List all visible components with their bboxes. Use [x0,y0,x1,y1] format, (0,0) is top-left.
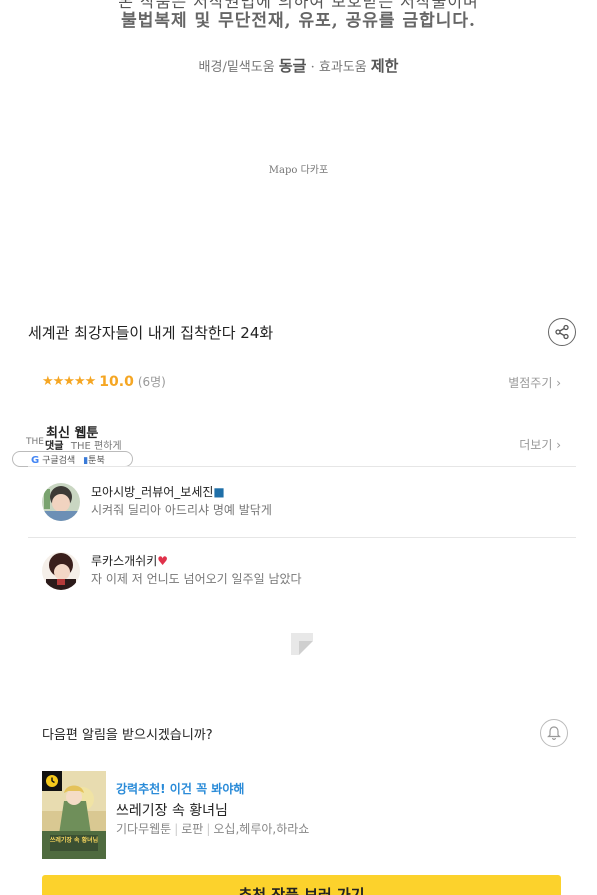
share-button[interactable] [548,318,576,346]
recommend-meta: 기다무웹툰 | 로판 | 오십,헤루아,하라쇼 [116,820,309,837]
ghost-text-left: THE [26,437,44,447]
share-icon [555,324,569,340]
google-icon: G [31,454,40,466]
ad-placeholder-icon [291,633,313,655]
comment-author-name: 루카스개쉬키 [91,554,158,568]
avatar [42,552,80,590]
assist-credit: 배경/밑색도움 동글 · 효과도움 제한 [0,55,597,76]
toonbook-item[interactable]: ▮툰북 [83,453,105,466]
assist-separator: · [310,60,315,75]
meta-separator: | [206,822,211,836]
notify-prompt: 다음편 알림을 받으시겠습니까? [42,728,213,743]
google-search-item[interactable]: G 구글검색 [31,453,75,466]
comment-author-name: 모아시방_러뷰어_보세진 [91,485,214,499]
recommend-meta-authors: 오십,헤루아,하라쇼 [213,822,310,836]
comment-text: 자 이제 저 언니도 넘어오기 일주일 남았다 [91,572,302,586]
recommend-meta-type: 기다무웹툰 [116,822,172,836]
bell-icon [547,726,561,741]
recommend-tag: 강력추천! 이건 꼭 봐야해 [116,782,245,796]
comment-author: 루카스개쉬키♥ [91,552,168,569]
rating-score: 10.0 [99,373,134,390]
overlay-ghost-text: THE [26,437,44,447]
recommend-cover[interactable]: 쓰레기장 속 황녀님 [42,771,106,859]
divider [28,537,576,538]
comments-label: 댓글 THE 편하게 [45,437,122,452]
wait-free-badge [42,771,62,791]
extension-search-bar[interactable]: G 구글검색 ▮툰북 [12,451,133,467]
toonbook-label: 툰북 [88,455,105,466]
rating-count: (6명) [137,375,166,389]
view-recommendations-button[interactable]: 추천 작품 보러 가기 [42,875,561,895]
assist-effect-name: 제한 [370,57,399,75]
episode-title: 세계관 최강자들이 내게 집착한다 24화 [28,324,274,342]
comment-text: 시켜줘 딜리아 아드리샤 명예 발닦게 [91,503,272,517]
assist-bg-label: 배경/밑색도움 [198,60,275,75]
clock-icon [46,775,58,787]
avatar [42,483,80,521]
more-comments-link[interactable]: 더보기 › [519,436,561,453]
recommend-meta-genre: 로판 [181,822,204,836]
rate-button[interactable]: 별점주기 › [508,374,561,391]
studio-credit: Mapo 다카포 [268,165,329,176]
rating-stars: ★★★★★ [42,374,96,389]
comment-author: 모아시방_러뷰어_보세진■ [91,483,225,500]
assist-bg-name: 동글 [278,57,307,75]
meta-separator: | [174,822,179,836]
divider [28,466,576,467]
recommend-title[interactable]: 쓰레기장 속 황녀님 [116,800,228,820]
cover-title-text: 쓰레기장 속 황녀님 [49,837,99,844]
notification-button[interactable] [540,719,568,747]
blue-square-icon: ■ [213,485,225,499]
copyright-notice-line2: 불법복제 및 무단전재, 유포, 공유를 금합니다. [121,11,476,31]
heart-icon: ♥ [157,554,169,568]
google-search-label: 구글검색 [42,455,76,466]
rating-summary: ★★★★★ 10.0 (6명) [42,373,166,390]
assist-effect-label: 효과도움 [318,60,367,75]
